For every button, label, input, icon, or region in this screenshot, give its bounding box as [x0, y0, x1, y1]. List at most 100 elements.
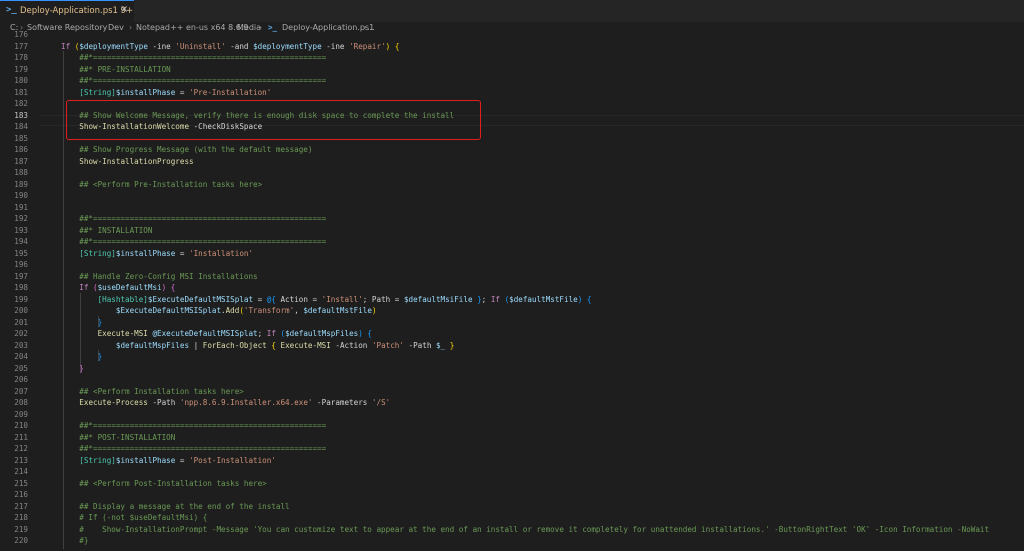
code-token: } — [97, 317, 103, 327]
line-number: 217 — [14, 501, 28, 511]
code-line[interactable]: 193 ##* INSTALLATION — [0, 225, 1024, 237]
code-text: # If (-not $useDefaultMsi) { — [61, 512, 207, 524]
code-token: -and — [225, 41, 254, 51]
code-token: 'Installation' — [189, 248, 254, 258]
code-line[interactable]: 187 Show-InstallationProgress — [0, 156, 1024, 168]
code-token: ; — [257, 329, 267, 338]
code-line[interactable]: 215 ## <Perform Post-Installation tasks … — [0, 478, 1024, 490]
code-line[interactable]: 181 [String]$installPhase = 'Pre-Install… — [0, 87, 1024, 99]
code-line[interactable]: 218 # If (-not $useDefaultMsi) { — [0, 512, 1024, 524]
code-text: [Hashtable]$ExecuteDefaultMSISplat = @{ … — [61, 294, 592, 306]
code-line[interactable]: 208 Execute-Process -Path 'npp.8.6.9.Ins… — [0, 397, 1024, 409]
code-token: ##* PRE-INSTALLATION — [61, 64, 171, 74]
code-token: 'Uninstall' — [175, 41, 226, 51]
code-token: ; — [481, 294, 491, 304]
code-line[interactable]: 178 ##*=================================… — [0, 52, 1024, 64]
line-number: 206 — [14, 375, 28, 384]
code-line[interactable]: 176 — [0, 29, 1024, 41]
code-line[interactable]: 190 — [0, 190, 1024, 202]
line-number: 215 — [14, 478, 28, 488]
code-text: [String]$installPhase = 'Installation' — [61, 248, 253, 260]
code-text: ##*=====================================… — [61, 420, 326, 432]
code-text: Show-InstallationProgress — [61, 156, 193, 168]
line-number: 184 — [14, 122, 28, 131]
code-line[interactable]: 213 [String]$installPhase = 'Post-Instal… — [0, 455, 1024, 467]
code-line[interactable]: 202 Execute-MSI @ExecuteDefaultMSISplat;… — [0, 328, 1024, 340]
code-text: ## <Perform Post-Installation tasks here… — [61, 478, 266, 490]
close-icon[interactable]: × — [120, 4, 128, 15]
code-line[interactable]: 216 — [0, 489, 1024, 501]
code-line[interactable]: 192 ##*=================================… — [0, 213, 1024, 225]
code-line[interactable]: 203 $defaultMspFiles | ForEach-Object { … — [0, 340, 1024, 352]
code-line[interactable]: 180 ##*=================================… — [0, 75, 1024, 87]
code-line[interactable]: 207 ## <Perform Installation tasks here> — [0, 386, 1024, 398]
line-number: 186 — [14, 145, 28, 154]
code-line[interactable]: 206 — [0, 374, 1024, 386]
code-text: ##* INSTALLATION — [61, 225, 152, 237]
code-token: 'Install' — [321, 294, 363, 304]
code-text: ##*=====================================… — [61, 443, 326, 455]
code-line[interactable]: 217 ## Display a message at the end of t… — [0, 501, 1024, 513]
tab-bar: >_ Deploy-Application.ps1 9+ × — [0, 0, 1024, 22]
code-token: -Action — [330, 340, 372, 350]
code-token: 'Pre-Installation' — [189, 87, 272, 97]
code-line[interactable]: 189 ## <Perform Pre-Installation tasks h… — [0, 179, 1024, 191]
code-line[interactable]: 211 ##* POST-INSTALLATION — [0, 432, 1024, 444]
code-line[interactable]: 199 [Hashtable]$ExecuteDefaultMSISplat =… — [0, 294, 1024, 306]
code-line[interactable]: 186 ## Show Progress Message (with the d… — [0, 144, 1024, 156]
code-line[interactable]: 184 Show-InstallationWelcome -CheckDiskS… — [0, 121, 1024, 133]
code-line[interactable]: 191 — [0, 202, 1024, 214]
code-text: ##*=====================================… — [61, 236, 326, 248]
line-number: 210 — [14, 421, 28, 430]
code-editor[interactable]: 176 177 If ($deploymentType -ine 'Uninstal… — [0, 30, 1024, 551]
code-token: [String] — [79, 455, 116, 465]
code-token: , — [294, 306, 304, 315]
code-token: ##*=====================================… — [61, 421, 327, 430]
code-text: $ExecuteDefaultMSISplat.Add('Transform',… — [61, 305, 377, 317]
code-line[interactable]: 220 #} — [0, 535, 1024, 547]
line-number: 204 — [14, 352, 28, 361]
line-number: 181 — [14, 87, 28, 97]
code-token: { — [367, 329, 372, 338]
line-number: 193 — [14, 225, 28, 235]
code-text: } — [61, 317, 103, 329]
code-text: # Show-InstallationPrompt -Message 'You … — [61, 524, 989, 536]
code-line[interactable]: 205 } — [0, 363, 1024, 375]
code-line[interactable]: 185 — [0, 133, 1024, 145]
code-token: Show-InstallationWelcome — [79, 122, 190, 131]
code-token: $defaultMsiFile — [403, 294, 473, 304]
code-token: 'Transform' — [243, 306, 295, 315]
code-token: 'Repair' — [349, 41, 386, 51]
code-text: ## Show Progress Message (with the defau… — [61, 144, 312, 156]
code-line[interactable]: 204 } — [0, 351, 1024, 363]
code-token: $deploymentType — [253, 41, 322, 51]
code-line[interactable]: 209 — [0, 409, 1024, 421]
code-line[interactable]: 219 # Show-InstallationPrompt -Message '… — [0, 524, 1024, 536]
code-line[interactable]: 198 If ($useDefaultMsi) { — [0, 282, 1024, 294]
code-line[interactable]: 195 [String]$installPhase = 'Installatio… — [0, 248, 1024, 260]
tab-deploy-application[interactable]: >_ Deploy-Application.ps1 9+ × — [0, 0, 134, 22]
code-line[interactable]: 200 $ExecuteDefaultMSISplat.Add('Transfo… — [0, 305, 1024, 317]
code-line[interactable]: 210 ##*=================================… — [0, 420, 1024, 432]
code-line[interactable]: 179 ##* PRE-INSTALLATION — [0, 64, 1024, 76]
code-token: $defaultMstFile — [303, 306, 372, 315]
code-line[interactable]: 194 ##*=================================… — [0, 236, 1024, 248]
line-number: 196 — [14, 260, 28, 269]
code-line[interactable]: 201 } — [0, 317, 1024, 329]
code-line[interactable]: 183 ## Show Welcome Message, verify ther… — [0, 110, 1024, 122]
line-number: 180 — [14, 76, 28, 85]
code-token: = — [175, 455, 190, 465]
code-line[interactable]: 182 — [0, 98, 1024, 110]
code-line[interactable]: 188 — [0, 167, 1024, 179]
code-line[interactable]: 212 ##*=================================… — [0, 443, 1024, 455]
code-line[interactable]: 196 — [0, 259, 1024, 271]
line-number: 195 — [14, 248, 28, 258]
code-line[interactable]: 214 — [0, 466, 1024, 478]
code-line[interactable]: 177 If ($deploymentType -ine 'Uninstall' … — [0, 41, 1024, 53]
line-number: 189 — [14, 179, 28, 189]
code-line[interactable]: 197 ## Handle Zero-Config MSI Installati… — [0, 271, 1024, 283]
